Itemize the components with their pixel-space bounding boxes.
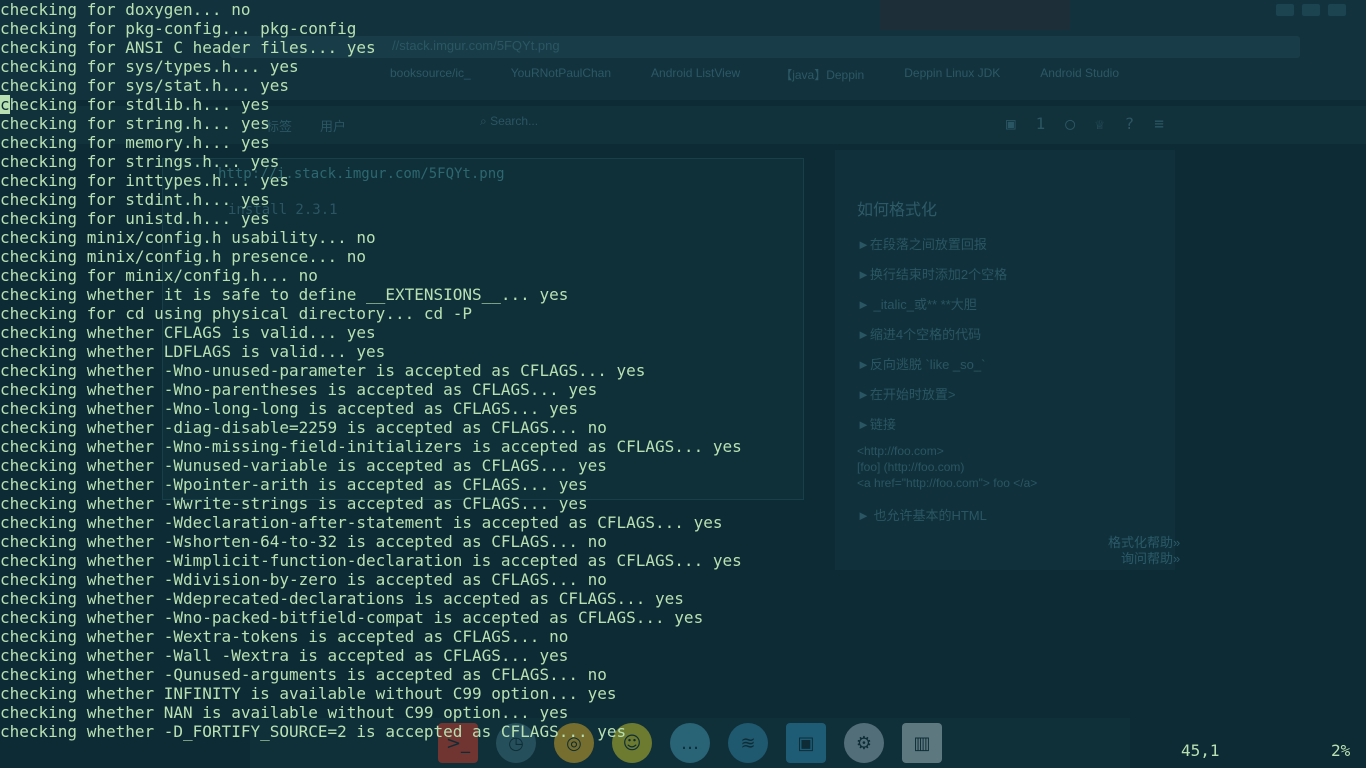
- terminal-line: checking whether -Wno-packed-bitfield-co…: [0, 608, 704, 627]
- terminal-line: checking for stdint.h... yes: [0, 190, 270, 209]
- terminal-line: checking for unistd.h... yes: [0, 209, 270, 228]
- terminal-line: checking whether -Wno-unused-parameter i…: [0, 361, 646, 380]
- terminal-line: checking for inttypes.h... yes: [0, 171, 289, 190]
- terminal-line: checking whether -Wpointer-arith is acce…: [0, 475, 588, 494]
- terminal-line: checking whether NAN is available withou…: [0, 703, 569, 722]
- terminal-line: checking for sys/stat.h... yes: [0, 76, 289, 95]
- terminal-line: checking whether -Wno-parentheses is acc…: [0, 380, 598, 399]
- terminal-line: checking whether -Wno-long-long is accep…: [0, 399, 578, 418]
- terminal-line: checking whether -Wextra-tokens is accep…: [0, 627, 569, 646]
- terminal-line: checking whether -D_FORTIFY_SOURCE=2 is …: [0, 722, 627, 741]
- terminal-line: checking whether -Qunused-arguments is a…: [0, 665, 607, 684]
- terminal-line-text: hecking for stdlib.h... yes: [9, 95, 270, 114]
- terminal-line: checking whether -Wimplicit-function-dec…: [0, 551, 742, 570]
- scroll-percent: 2%: [1331, 741, 1351, 760]
- cursor-position: 45,1: [1181, 741, 1220, 760]
- terminal-line: checking for pkg-config... pkg-config: [0, 19, 357, 38]
- terminal-line: checking for ANSI C header files... yes: [0, 38, 376, 57]
- terminal-line: checking whether -Wunused-variable is ac…: [0, 456, 607, 475]
- terminal-line: checking for memory.h... yes: [0, 133, 270, 152]
- terminal-line: checking minix/config.h presence... no: [0, 247, 367, 266]
- terminal-line: checking minix/config.h usability... no: [0, 228, 376, 247]
- terminal-line: checking for strings.h... yes: [0, 152, 280, 171]
- terminal-line: checking whether it is safe to define __…: [0, 285, 569, 304]
- terminal-line: checking whether -Wdeprecated-declaratio…: [0, 589, 684, 608]
- terminal-line: checking whether CFLAGS is valid... yes: [0, 323, 376, 342]
- terminal-line: checking for minix/config.h... no: [0, 266, 318, 285]
- terminal-line: checking for stdlib.h... yes: [0, 95, 1366, 114]
- terminal-line: checking whether -Wshorten-64-to-32 is a…: [0, 532, 607, 551]
- terminal-line: checking whether -diag-disable=2259 is a…: [0, 418, 607, 437]
- terminal-line: checking for sys/types.h... yes: [0, 57, 299, 76]
- text-cursor: c: [0, 95, 10, 114]
- terminal-line: checking for cd using physical directory…: [0, 304, 473, 323]
- terminal-line: checking whether INFINITY is available w…: [0, 684, 617, 703]
- terminal-line: checking whether -Wdeclaration-after-sta…: [0, 513, 723, 532]
- terminal-line: checking whether -Wall -Wextra is accept…: [0, 646, 569, 665]
- terminal-line: checking for doxygen... no: [0, 0, 251, 19]
- terminal-line: checking whether LDFLAGS is valid... yes: [0, 342, 386, 361]
- terminal-line: checking for string.h... yes: [0, 114, 270, 133]
- terminal-output[interactable]: checking for doxygen... no checking for p…: [0, 0, 1366, 742]
- terminal-line: checking whether -Wdivision-by-zero is a…: [0, 570, 607, 589]
- terminal-line: checking whether -Wno-missing-field-init…: [0, 437, 742, 456]
- terminal-line: checking whether -Wwrite-strings is acce…: [0, 494, 588, 513]
